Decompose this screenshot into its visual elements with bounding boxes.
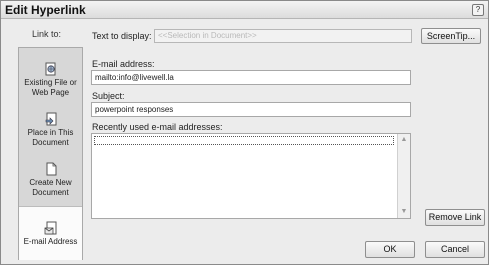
recent-email-label: Recently used e-mail addresses:: [92, 122, 223, 132]
sidebar-item-email-address[interactable]: E-mail Address: [19, 206, 82, 260]
scroll-up-icon[interactable]: ▲: [398, 134, 410, 146]
new-document-icon: [46, 162, 56, 176]
email-document-icon: [44, 221, 56, 235]
email-address-input[interactable]: mailto:info@livewell.la: [91, 70, 411, 85]
link-to-sidebar: Existing File or Web Page Place in This …: [18, 47, 83, 260]
list-item[interactable]: [94, 136, 394, 145]
place-document-icon: [45, 112, 56, 126]
globe-file-icon: [45, 62, 55, 76]
recent-email-list[interactable]: ▲ ▼: [91, 133, 411, 219]
ok-button[interactable]: OK: [365, 241, 415, 258]
cancel-button[interactable]: Cancel: [425, 241, 485, 258]
text-to-display-input[interactable]: <<Selection in Document>>: [154, 29, 412, 43]
email-address-label: E-mail address:: [92, 59, 155, 69]
subject-label: Subject:: [92, 91, 125, 101]
sidebar-item-existing-file[interactable]: Existing File or Web Page: [19, 62, 82, 98]
sidebar-item-label: Place in This Document: [27, 128, 74, 147]
subject-input[interactable]: powerpoint responses: [91, 102, 411, 117]
help-icon[interactable]: ?: [472, 4, 484, 16]
sidebar-item-place-in-document[interactable]: Place in This Document: [19, 112, 82, 148]
sidebar-item-create-new-document[interactable]: Create New Document: [19, 162, 82, 198]
title-bar: Edit Hyperlink ?: [1, 1, 488, 19]
sidebar-item-label: Existing File or Web Page: [24, 78, 77, 97]
edit-hyperlink-dialog: Edit Hyperlink ? Link to: Existing File …: [0, 0, 489, 265]
list-scrollbar[interactable]: ▲ ▼: [397, 134, 410, 218]
text-to-display-label: Text to display:: [92, 31, 152, 41]
sidebar-item-label: E-mail Address: [23, 237, 78, 246]
screentip-button[interactable]: ScreenTip...: [421, 28, 481, 44]
scroll-down-icon[interactable]: ▼: [398, 206, 410, 218]
dialog-title: Edit Hyperlink: [5, 3, 86, 17]
remove-link-button[interactable]: Remove Link: [425, 209, 485, 226]
sidebar-item-label: Create New Document: [29, 178, 72, 197]
link-to-label: Link to:: [32, 29, 62, 39]
